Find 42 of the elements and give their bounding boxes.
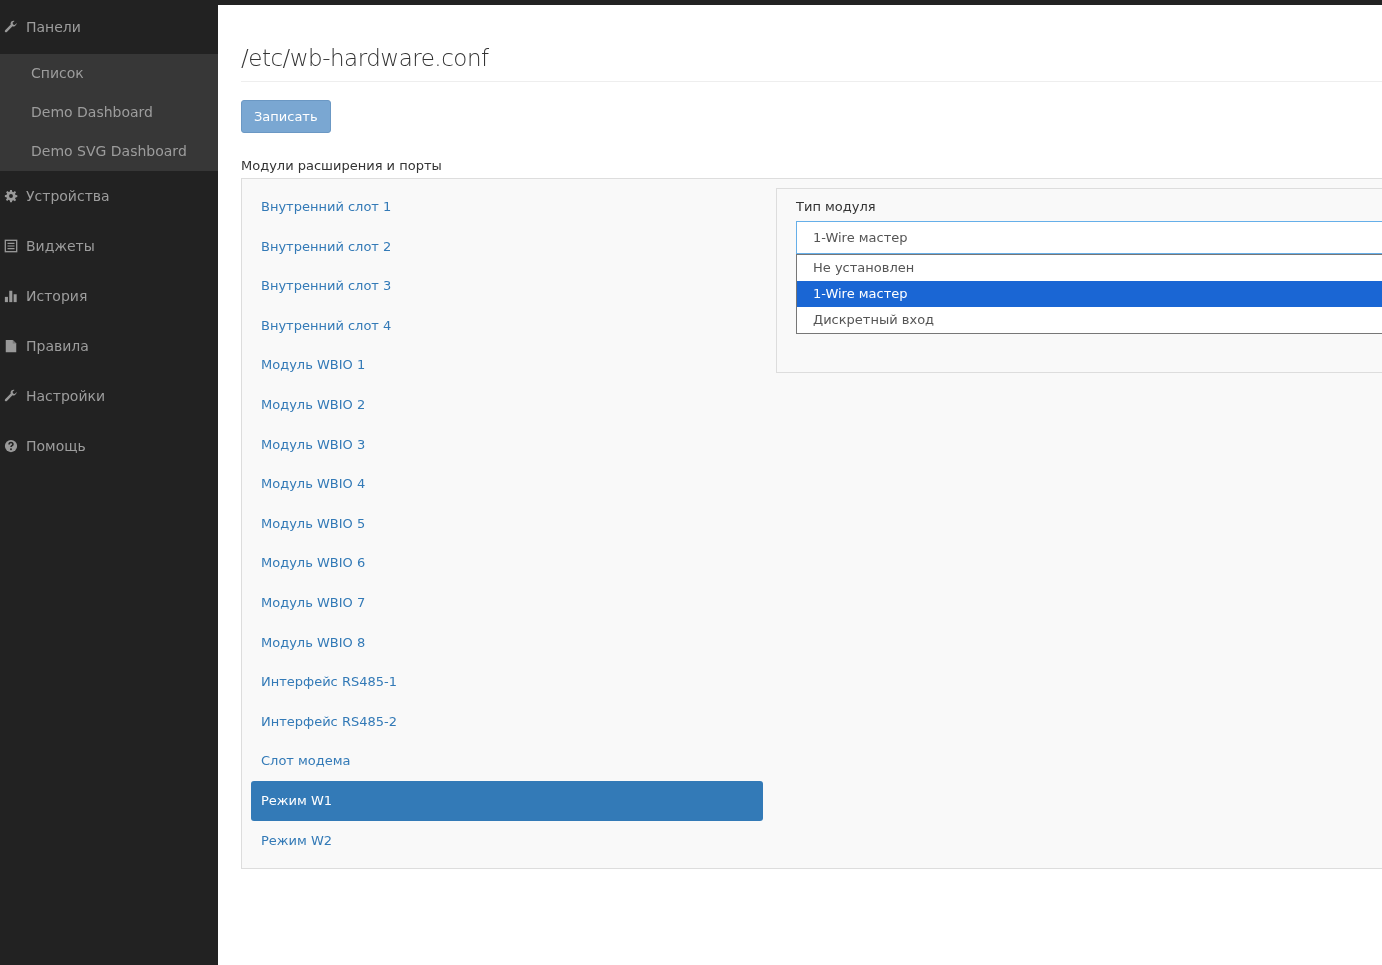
- module-tab[interactable]: Модуль WBIO 4: [251, 464, 763, 504]
- module-tab[interactable]: Модуль WBIO 6: [251, 543, 763, 583]
- module-tab[interactable]: Модуль WBIO 3: [251, 424, 763, 465]
- module-tab[interactable]: Модуль WBIO 1: [251, 345, 763, 385]
- module-type-select[interactable]: 1-Wire мастер: [796, 221, 1382, 254]
- bar-chart-icon: [4, 289, 18, 303]
- module-tab[interactable]: Интерфейс RS485-2: [251, 701, 763, 742]
- module-tab[interactable]: Модуль WBIO 2: [251, 384, 763, 425]
- module-tab[interactable]: Внутренний слот 3: [251, 266, 763, 306]
- module-tab[interactable]: Внутренний слот 2: [251, 226, 763, 267]
- submenu-item[interactable]: Demo Dashboard: [0, 93, 218, 132]
- file-icon: [4, 339, 18, 353]
- module-tab[interactable]: Модуль WBIO 5: [251, 503, 763, 544]
- sidebar-item[interactable]: Устройства: [0, 171, 218, 221]
- list-icon: [4, 239, 18, 253]
- save-button[interactable]: Записать: [241, 100, 331, 133]
- dropdown-option[interactable]: Дискретный вход: [797, 307, 1382, 333]
- help-icon: [4, 439, 18, 453]
- submenu-item[interactable]: Список: [0, 54, 218, 93]
- section-title: Модули расширения и порты: [241, 158, 443, 173]
- sidebar-item[interactable]: Помощь: [0, 421, 218, 471]
- module-tab[interactable]: Модуль WBIO 7: [251, 582, 763, 623]
- submenu-item[interactable]: Demo SVG Dashboard: [0, 132, 218, 171]
- sidebar-item[interactable]: Виджеты: [0, 221, 218, 271]
- sidebar-item[interactable]: Настройки: [0, 371, 218, 421]
- module-tab[interactable]: Внутренний слот 4: [251, 305, 763, 346]
- page-title: /etc/wb-hardware.conf: [241, 45, 1382, 82]
- module-tab[interactable]: Интерфейс RS485-1: [251, 662, 763, 702]
- module-tab[interactable]: Слот модема: [251, 741, 763, 781]
- wrench-icon: [4, 20, 18, 34]
- sidebar-item[interactable]: Правила: [0, 321, 218, 371]
- dropdown-option[interactable]: 1-Wire мастер: [797, 281, 1382, 307]
- module-tab[interactable]: Модуль WBIO 8: [251, 622, 763, 663]
- sidebar-item[interactable]: Панели: [0, 0, 218, 54]
- module-tab[interactable]: Режим W1: [251, 780, 763, 821]
- sidebar-item[interactable]: История: [0, 271, 218, 321]
- field-label: Тип модуля: [796, 199, 877, 214]
- dropdown-option[interactable]: Не установлен: [797, 255, 1382, 281]
- gear-icon: [4, 189, 18, 203]
- wrench-icon: [4, 389, 18, 403]
- module-tab[interactable]: Режим W2: [251, 820, 763, 861]
- module-tab[interactable]: Внутренний слот 1: [251, 187, 763, 227]
